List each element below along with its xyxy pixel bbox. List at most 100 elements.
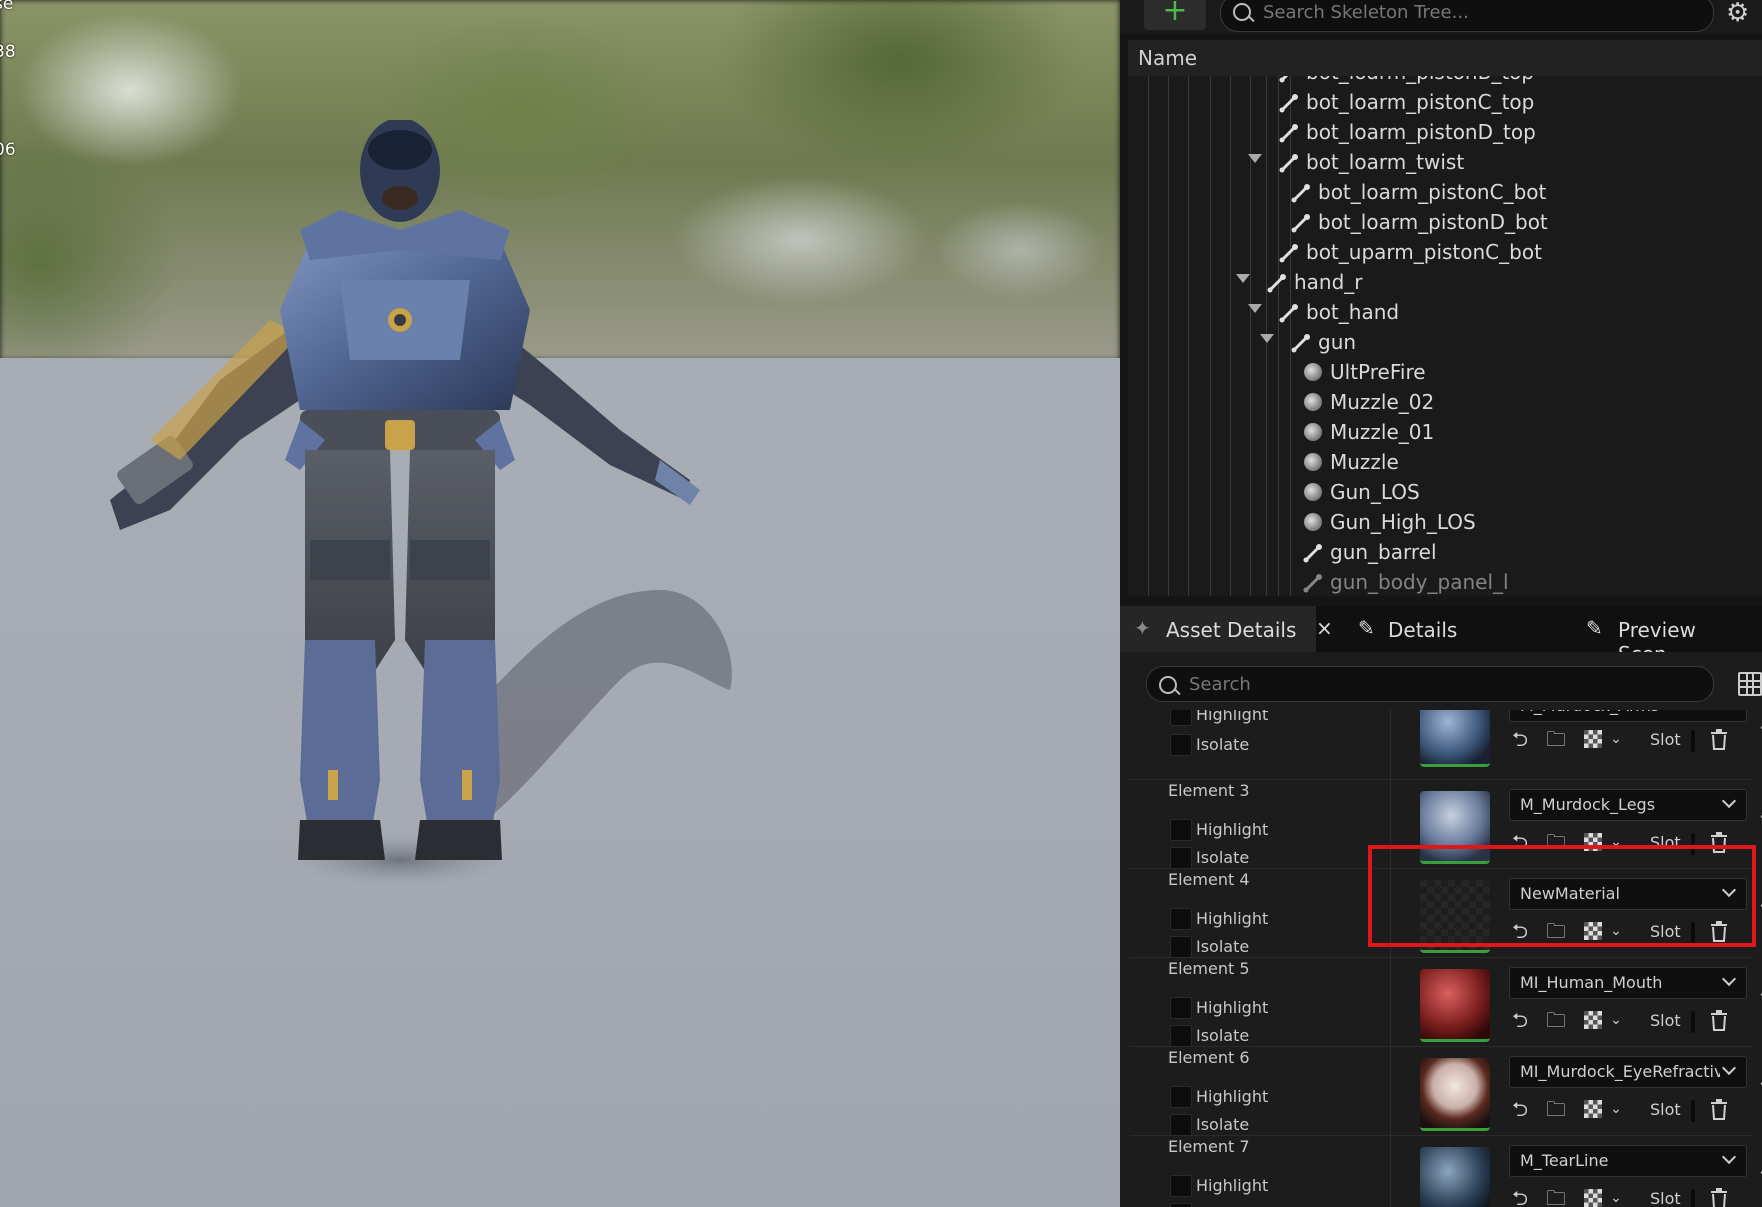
skeleton-search-input[interactable] (1261, 1, 1685, 24)
tree-row[interactable]: bot_loarm_pistonC_top (1128, 88, 1762, 118)
tree-row[interactable]: UltPreFire (1128, 358, 1762, 388)
slot-label[interactable]: Slot (1650, 1100, 1681, 1119)
texture-checker-icon[interactable] (1584, 1100, 1602, 1118)
tree-row[interactable]: bot_hand (1128, 298, 1762, 328)
tree-row[interactable]: Muzzle (1128, 448, 1762, 478)
trash-icon[interactable] (1709, 728, 1729, 750)
isolate-checkbox[interactable] (1170, 734, 1192, 756)
tree-row[interactable]: bot_loarm_pistonD_top (1128, 118, 1762, 148)
tree-row[interactable]: gun_body_panel_l (1128, 568, 1762, 596)
expand-arrow-icon[interactable] (1248, 154, 1262, 163)
material-dropdown[interactable]: M_Murdock_Legs (1509, 789, 1747, 821)
close-icon[interactable]: × (1316, 616, 1333, 640)
column-divider (1390, 1046, 1391, 1135)
element-name: Element 7 (1168, 1137, 1250, 1156)
texture-checker-icon[interactable] (1584, 1189, 1602, 1207)
tree-row[interactable]: bot_loarm_twist (1128, 148, 1762, 178)
browse-asset-icon[interactable]: 🗀 (1545, 1009, 1567, 1031)
tree-row[interactable]: Muzzle_01 (1128, 418, 1762, 448)
use-selected-asset-icon[interactable]: ⮌ (1509, 1187, 1531, 1207)
asset-search-input[interactable] (1187, 673, 1611, 696)
isolate-checkbox[interactable] (1170, 847, 1192, 869)
overlay-line: 38 (0, 42, 16, 62)
tree-row[interactable]: Gun_LOS (1128, 478, 1762, 508)
character-mesh[interactable] (100, 118, 820, 1000)
trash-icon[interactable] (1709, 1187, 1729, 1207)
isolate-checkbox[interactable] (1170, 1203, 1192, 1207)
material-thumbnail[interactable] (1420, 1147, 1490, 1207)
tree-row-label: bot_loarm_pistonC_top (1306, 90, 1535, 114)
highlight-checkbox[interactable] (1170, 1086, 1192, 1108)
tree-row[interactable]: hand_r (1128, 268, 1762, 298)
use-selected-asset-icon[interactable]: ⮌ (1509, 1098, 1531, 1120)
tree-row[interactable]: gun_barrel (1128, 538, 1762, 568)
chevron-down-icon[interactable]: ⌄ (1605, 1098, 1627, 1120)
material-dropdown[interactable]: M_Murdock_Arms (1509, 710, 1747, 722)
tab-asset-details[interactable]: ✦ Asset Details × (1120, 606, 1333, 652)
tree-column-header[interactable]: Name (1128, 40, 1762, 76)
isolate-checkbox[interactable] (1170, 936, 1192, 958)
chevron-down-icon[interactable]: ⌄ (1605, 728, 1627, 750)
bone-icon (1291, 184, 1310, 203)
browse-asset-icon[interactable]: 🗀 (1545, 1187, 1567, 1207)
tree-row-label: bot_loarm_pistonD_bot (1318, 210, 1548, 234)
expand-arrow-icon[interactable] (1248, 304, 1262, 313)
use-selected-asset-icon[interactable]: ⮌ (1509, 728, 1531, 750)
trash-icon[interactable] (1709, 1098, 1729, 1120)
tree-row[interactable]: bot_loarm_pistonC_bot (1128, 178, 1762, 208)
highlight-label: Highlight (1196, 710, 1269, 724)
table-view-icon[interactable] (1738, 672, 1762, 696)
isolate-checkbox[interactable] (1170, 1025, 1192, 1047)
add-bone-button[interactable]: + (1144, 0, 1206, 30)
isolate-checkbox[interactable] (1170, 1114, 1192, 1136)
tree-row[interactable]: bot_loarm_pistonD_bot (1128, 208, 1762, 238)
isolate-label: Isolate (1196, 937, 1250, 956)
tab-details[interactable]: ✎ Details (1350, 606, 1510, 652)
tree-row[interactable]: bot_uparm_pistonC_bot (1128, 238, 1762, 268)
expand-arrow-icon[interactable] (1236, 274, 1250, 283)
material-dropdown[interactable]: M_TearLine (1509, 1145, 1747, 1177)
tree-row[interactable]: bot_loarm_pistonB_top (1128, 76, 1762, 88)
element-name: Element 5 (1168, 959, 1250, 978)
bone-icon (1267, 274, 1286, 293)
expand-arrow-icon[interactable] (1260, 334, 1274, 343)
details-tab-bar: ✦ Asset Details × ✎ Details ✎ Preview Sc… (1120, 606, 1762, 666)
trash-icon[interactable] (1709, 1009, 1729, 1031)
highlight-checkbox[interactable] (1170, 819, 1192, 841)
skeleton-search-box[interactable] (1220, 0, 1714, 32)
use-selected-asset-icon[interactable]: ⮌ (1509, 1009, 1531, 1031)
tree-row-label: bot_loarm_pistonD_top (1306, 120, 1536, 144)
highlight-checkbox[interactable] (1170, 710, 1192, 726)
tree-row[interactable]: gun (1128, 328, 1762, 358)
gear-icon[interactable]: ⚙ (1726, 0, 1749, 28)
material-thumbnail[interactable] (1420, 969, 1490, 1042)
slot-label[interactable]: Slot (1650, 1011, 1681, 1030)
highlight-label: Highlight (1196, 1087, 1269, 1106)
tree-row[interactable]: Muzzle_02 (1128, 388, 1762, 418)
material-dropdown[interactable]: MI_Human_Mouth (1509, 967, 1747, 999)
asset-search-box[interactable] (1146, 666, 1714, 702)
slot-label[interactable]: Slot (1650, 1189, 1681, 1207)
highlight-checkbox[interactable] (1170, 997, 1192, 1019)
slot-divider (1691, 1100, 1695, 1122)
tab-preview-scene[interactable]: ✎ Preview Scen... (1582, 606, 1762, 666)
chevron-down-icon[interactable]: ⌄ (1605, 1009, 1627, 1031)
texture-checker-icon[interactable] (1584, 1011, 1602, 1029)
texture-checker-icon[interactable] (1584, 730, 1602, 748)
skeleton-tree[interactable]: bot_loarm_pistonB_top bot_loarm_pistonC_t… (1128, 76, 1762, 596)
material-slot-controls: ⮌ 🗀 ⌄ Slot (1509, 726, 1745, 756)
browse-asset-icon[interactable]: 🗀 (1545, 728, 1567, 750)
tree-row-label: gun_barrel (1330, 540, 1437, 564)
chevron-down-icon[interactable]: ⌄ (1605, 1187, 1627, 1207)
tree-row[interactable]: Gun_High_LOS (1128, 508, 1762, 538)
material-thumbnail[interactable] (1420, 1058, 1490, 1131)
browse-asset-icon[interactable]: 🗀 (1545, 1098, 1567, 1120)
preview-viewport[interactable]: se 38 06 (0, 0, 1120, 1207)
socket-icon (1304, 453, 1322, 471)
material-dropdown[interactable]: MI_Murdock_EyeRefractive (1509, 1056, 1747, 1088)
slot-label[interactable]: Slot (1650, 730, 1681, 749)
highlight-checkbox[interactable] (1170, 908, 1192, 930)
material-thumbnail[interactable] (1420, 710, 1490, 767)
highlight-checkbox[interactable] (1170, 1175, 1192, 1197)
material-element-row: Highlight Isolate M_Murdock_Arms ⮌ 🗀 ⌄ S… (1130, 710, 1762, 780)
